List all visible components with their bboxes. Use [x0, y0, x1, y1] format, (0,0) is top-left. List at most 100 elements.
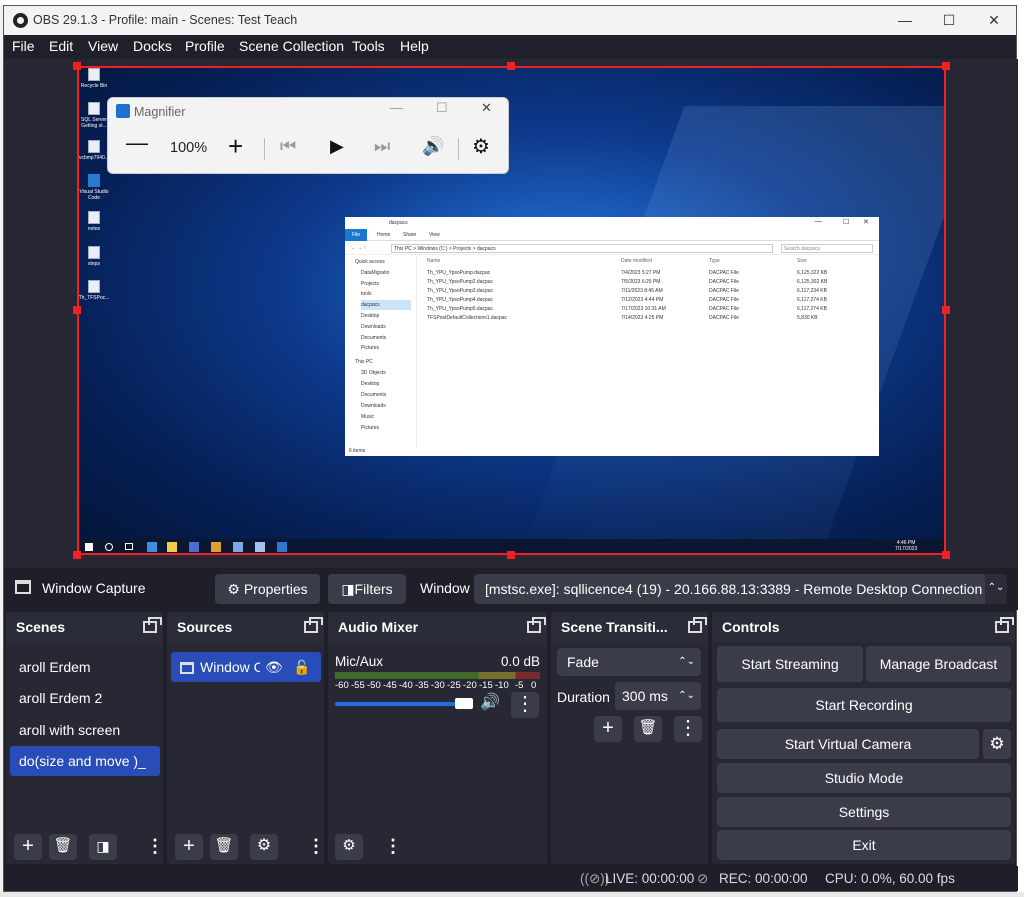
remove-scene-button[interactable]: 🗑 [49, 834, 77, 860]
transitions-title: Scene Transiti... [551, 612, 708, 642]
controls-dock: Controls Start Streaming Manage Broadcas… [712, 612, 1015, 864]
resize-handle-br[interactable] [942, 551, 950, 559]
transition-select[interactable]: Fade ⌃⌄ [557, 648, 701, 676]
manage-broadcast-button[interactable]: Manage Broadcast [866, 646, 1011, 682]
filters-button[interactable]: ◨Filters [328, 574, 406, 604]
magnifier-window: Magnifier — ☐ ✕ — 100% + ⏮ ▶ ⏭ 🔊 ⚙ [107, 97, 509, 174]
resize-handle-tl[interactable] [73, 62, 81, 70]
sources-title: Sources [167, 612, 324, 642]
title-bar: OBS 29.1.3 - Profile: main - Scenes: Tes… [4, 6, 1016, 35]
undock-icon[interactable] [527, 617, 546, 633]
magnifier-divider [264, 138, 265, 160]
controls-title: Controls [712, 612, 1015, 642]
start-streaming-button[interactable]: Start Streaming [717, 646, 863, 682]
zoom-level: 100% [170, 140, 208, 156]
mixer-channel-menu[interactable]: ⋮ [511, 692, 539, 718]
remove-transition-button[interactable]: 🗑 [634, 716, 662, 742]
magnifier-divider [458, 138, 459, 160]
settings-gear-icon[interactable]: ⚙ [472, 134, 490, 159]
undock-icon[interactable] [688, 617, 707, 633]
lock-icon[interactable]: 🔓 [293, 652, 310, 682]
menu-view[interactable]: View [88, 38, 118, 54]
window-label: Window [420, 580, 470, 596]
stepper-arrow-icon: ⌃⌄ [678, 690, 695, 701]
desktop-background-bottom [0, 892, 1024, 897]
menu-help[interactable]: Help [400, 38, 429, 54]
menu-scene-collection[interactable]: Scene Collection [239, 38, 344, 54]
remove-source-button[interactable]: 🗑 [210, 834, 238, 860]
preview-canvas[interactable]: Recycle Bin SQL Server Getting st... vcb… [4, 59, 1018, 568]
previous-icon[interactable]: ⏮ [280, 136, 296, 157]
scene-menu-button[interactable]: ⋮ [146, 834, 164, 860]
undock-icon[interactable] [304, 617, 323, 633]
resize-handle-tr[interactable] [942, 62, 950, 70]
magnifier-close[interactable]: ✕ [481, 100, 492, 116]
settings-button[interactable]: Settings [717, 797, 1011, 827]
resize-handle-b[interactable] [507, 551, 515, 559]
maximize-button[interactable]: ☐ [926, 6, 972, 35]
virtual-camera-settings-icon[interactable]: ⚙ [983, 729, 1011, 759]
audio-mixer-title: Audio Mixer [328, 612, 547, 642]
scene-item[interactable]: aroll Erdem [10, 652, 160, 682]
undock-icon[interactable] [143, 617, 162, 633]
status-bar: ((⊘)) LIVE: 00:00:00 ⊘ REC: 00:00:00 CPU… [4, 866, 1018, 891]
magnifier-maximize[interactable]: ☐ [436, 100, 448, 116]
transition-menu-button[interactable]: ⋮ [674, 716, 702, 742]
exit-button[interactable]: Exit [717, 830, 1011, 860]
menu-profile[interactable]: Profile [185, 38, 225, 54]
resize-handle-r[interactable] [942, 306, 950, 314]
minimize-button[interactable]: — [882, 6, 928, 35]
undock-icon[interactable] [995, 617, 1014, 633]
filters-icon: ◨ [341, 581, 355, 597]
window-select[interactable]: [mstsc.exe]: sqllicence4 (19) - 20.166.8… [474, 574, 1007, 604]
source-properties-button[interactable]: ⚙ [250, 834, 278, 860]
menu-bar: File Edit View Docks Profile Scene Colle… [4, 35, 1016, 59]
channel-db: 0.0 dB [500, 654, 540, 669]
scenes-title: Scenes [6, 612, 163, 642]
speaker-icon[interactable]: 🔊 [480, 692, 500, 712]
desktop-background-right [1017, 0, 1024, 897]
menu-file[interactable]: File [12, 38, 35, 54]
resize-handle-l[interactable] [73, 306, 81, 314]
magnifier-title: Magnifier [134, 105, 186, 119]
source-menu-button[interactable]: ⋮ [307, 834, 325, 860]
properties-button[interactable]: ⚙ Properties [215, 574, 320, 604]
studio-mode-button[interactable]: Studio Mode [717, 763, 1011, 793]
menu-tools[interactable]: Tools [352, 38, 385, 54]
volume-slider-handle[interactable] [455, 698, 473, 709]
duration-stepper[interactable]: 300 ms ⌃⌄ [615, 682, 701, 710]
zoom-out-button[interactable]: — [126, 130, 148, 156]
menu-docks[interactable]: Docks [133, 38, 172, 54]
start-virtual-camera-button[interactable]: Start Virtual Camera [717, 729, 979, 759]
resize-handle-t[interactable] [507, 62, 515, 70]
obs-window: OBS 29.1.3 - Profile: main - Scenes: Tes… [3, 5, 1018, 892]
advanced-audio-button[interactable]: ⚙ [335, 834, 363, 860]
add-source-button[interactable]: + [175, 834, 203, 860]
sources-dock: Sources Window Capture👁🔓 + 🗑 ⚙ ⋮ [167, 612, 325, 864]
live-timer: LIVE: 00:00:00 [605, 871, 695, 886]
resize-handle-bl[interactable] [73, 551, 81, 559]
menu-edit[interactable]: Edit [49, 38, 73, 54]
volume-slider[interactable] [335, 702, 473, 706]
source-item-selected[interactable]: Window Capture👁🔓 [171, 652, 321, 682]
read-from-here-icon[interactable]: 🔊 [422, 136, 444, 157]
scene-item[interactable]: aroll with screen [10, 715, 160, 745]
start-recording-button[interactable]: Start Recording [717, 688, 1011, 722]
mixer-menu-button[interactable]: ⋮ [384, 834, 402, 860]
source-toolbar: Window Capture ⚙ Properties ◨Filters Win… [4, 568, 1018, 610]
scene-filters-button[interactable]: ◨ [89, 834, 117, 860]
magnifier-app-icon [116, 104, 130, 118]
scene-item-selected[interactable]: do(size and move )_ [10, 746, 160, 776]
mixer-footer: ⚙ ⋮ [328, 834, 547, 860]
close-button[interactable]: ✕ [971, 6, 1017, 35]
next-icon[interactable]: ⏭ [374, 136, 390, 157]
magnifier-minimize[interactable]: — [390, 100, 403, 115]
zoom-in-button[interactable]: + [228, 131, 243, 162]
channel-name: Mic/Aux [335, 654, 384, 669]
add-scene-button[interactable]: + [14, 834, 42, 860]
visibility-eye-icon[interactable]: 👁 [265, 652, 283, 682]
audio-mixer-dock: Audio Mixer Mic/Aux 0.0 dB -60 -55 -50 -… [328, 612, 547, 864]
add-transition-button[interactable]: + [594, 716, 622, 742]
scene-item[interactable]: aroll Erdem 2 [10, 683, 160, 713]
play-icon[interactable]: ▶ [330, 136, 344, 157]
